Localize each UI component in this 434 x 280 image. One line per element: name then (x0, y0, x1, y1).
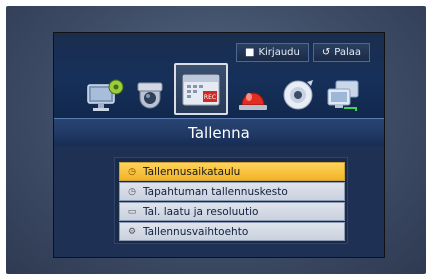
menu-item-label: Tapahtuman tallennuskesto (143, 185, 288, 198)
menu-item-tallennusvaihtoehto[interactable]: ⚙ Tallennusvaihtoehto (119, 222, 345, 241)
login-button[interactable]: ■ Kirjaudu (236, 43, 309, 62)
screen-background: ■ Kirjaudu ↺ Palaa REC Tallenna ◷ Tallen… (6, 6, 426, 274)
menu-list: ◷ Tallennusaikataulu ◷ Tapahtuman tallen… (114, 157, 348, 244)
camera-dome-icon[interactable] (129, 75, 171, 115)
login-icon: ■ (245, 47, 255, 58)
back-button[interactable]: ↺ Palaa (312, 43, 370, 62)
menu-item-label: Tal. laatu ja resoluutio (143, 205, 259, 218)
menu-item-tallennusaikataulu[interactable]: ◷ Tallennusaikataulu (119, 162, 345, 181)
screen-icon: ▭ (127, 206, 137, 217)
back-label: Palaa (334, 47, 361, 58)
content-area: ◷ Tallennusaikataulu ◷ Tapahtuman tallen… (54, 146, 384, 257)
svg-text:REC: REC (204, 94, 216, 101)
back-icon: ↺ (321, 47, 331, 58)
recording-calendar-icon[interactable]: REC (174, 63, 229, 115)
page-title: Tallenna (188, 124, 250, 142)
clock-icon: ◷ (128, 186, 136, 197)
gear-icon: ⚙ (127, 226, 137, 237)
clock-icon: ◷ (128, 166, 136, 177)
menu-item-label: Tallennusvaihtoehto (143, 225, 249, 238)
disc-device-icon[interactable] (277, 75, 319, 115)
alarm-bell-icon[interactable] (232, 75, 274, 115)
network-monitors-icon[interactable] (322, 75, 364, 115)
top-buttons: ■ Kirjaudu ↺ Palaa (236, 43, 370, 62)
page-title-bar: Tallenna (54, 118, 384, 148)
menu-item-label: Tallennusaikataulu (143, 165, 241, 178)
menu-icon-row: REC (84, 63, 364, 115)
login-label: Kirjaudu (258, 47, 300, 58)
settings-panel: ■ Kirjaudu ↺ Palaa REC Tallenna ◷ Tallen… (53, 32, 385, 258)
monitor-settings-icon[interactable] (84, 75, 126, 115)
menu-item-tapahtuman-tallennuskesto[interactable]: ◷ Tapahtuman tallennuskesto (119, 182, 345, 201)
menu-item-tal-laatu-ja-resoluutio[interactable]: ▭ Tal. laatu ja resoluutio (119, 202, 345, 221)
